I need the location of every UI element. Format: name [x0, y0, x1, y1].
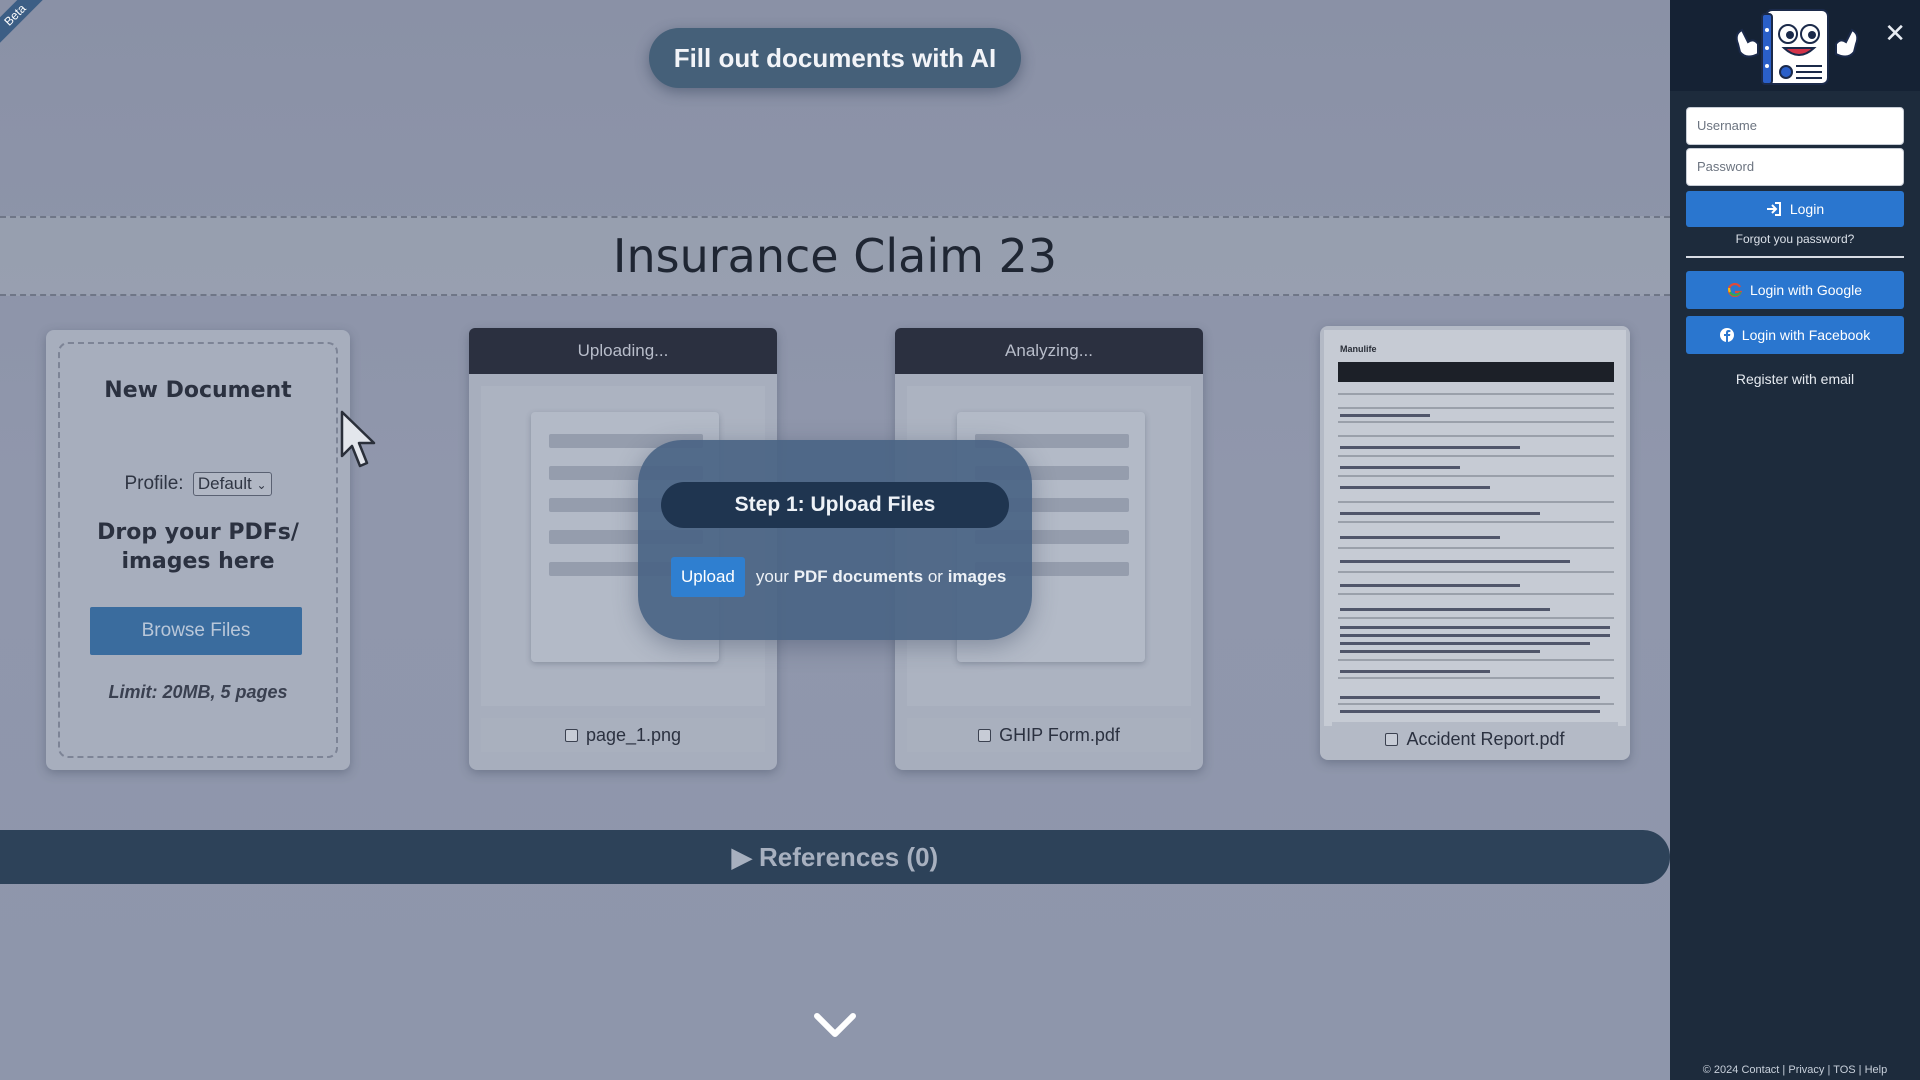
step-text: your PDF documents or images	[756, 567, 1006, 587]
profile-select[interactable]: Default ⌄	[192, 472, 272, 496]
document-checkbox[interactable]	[1385, 732, 1399, 746]
hero-title: Fill out documents with AI	[649, 28, 1021, 88]
main-area: Beta Fill out documents with AI Insuranc…	[0, 0, 1670, 1080]
sign-in-icon	[1766, 202, 1781, 216]
login-facebook-button[interactable]: Login with Facebook	[1686, 316, 1904, 354]
footer-link-privacy[interactable]: Privacy	[1788, 1064, 1824, 1076]
upload-limit: Limit: 20MB, 5 pages	[108, 682, 288, 702]
profile-row: Profile: Default ⌄	[46, 472, 350, 496]
footer-link-tos[interactable]: TOS	[1833, 1064, 1855, 1076]
claim-title[interactable]: Insurance Claim 23	[0, 218, 1670, 294]
document-checkbox[interactable]	[978, 728, 992, 742]
step-text-or: or	[927, 567, 943, 586]
profile-select-value: Default	[197, 474, 252, 493]
divider	[1686, 256, 1904, 258]
document-status: Uploading...	[469, 328, 777, 374]
login-sidebar: ✕ Username Password Login Forgot you pas…	[1670, 0, 1920, 1080]
beta-ribbon: Beta	[0, 0, 54, 54]
document-thumbnail: Manulife	[1324, 330, 1626, 726]
sidebar-header: ✕	[1670, 0, 1920, 91]
sidebar-footer: © 2024 Contact | Privacy | TOS | Help	[1702, 1064, 1888, 1076]
facebook-icon	[1719, 328, 1734, 342]
document-filename: page_1.png	[585, 724, 682, 745]
footer-link-contact[interactable]: Contact	[1741, 1064, 1779, 1076]
copyright: © 2024	[1702, 1064, 1739, 1076]
browse-files-button[interactable]: Browse Files	[90, 607, 302, 655]
forgot-password-link[interactable]: Forgot you password?	[1670, 232, 1920, 246]
new-document-title: New Document	[104, 378, 292, 403]
document-footer: page_1.png	[481, 718, 765, 752]
document-footer: Accident Report.pdf	[1332, 722, 1618, 756]
document-status: Analyzing...	[895, 328, 1203, 374]
document-checkbox[interactable]	[564, 728, 578, 742]
login-facebook-label: Login with Facebook	[1741, 327, 1871, 343]
login-google-button[interactable]: Login with Google	[1686, 271, 1904, 309]
mouse-cursor-icon	[340, 410, 376, 468]
claim-title-bar[interactable]: Insurance Claim 23	[0, 216, 1670, 296]
login-button-label: Login	[1789, 201, 1825, 217]
step-title: Step 1: Upload Files	[661, 482, 1009, 528]
document-card[interactable]: Manulife Accident Report.pdf	[1320, 326, 1630, 760]
password-input[interactable]: Password	[1686, 148, 1904, 186]
profile-label: Profile:	[124, 473, 184, 494]
step-instructions: Upload your PDF documents or images	[671, 557, 1006, 597]
chevron-down-icon[interactable]	[813, 1010, 857, 1040]
new-document-card[interactable]: New Document Profile: Default ⌄ Drop you…	[46, 330, 350, 770]
upload-button[interactable]: Upload	[671, 557, 745, 597]
footer-link-help[interactable]: Help	[1865, 1064, 1888, 1076]
step-text-your: your	[755, 567, 789, 586]
username-input[interactable]: Username	[1686, 107, 1904, 145]
mascot-logo-icon	[1735, 9, 1859, 85]
register-email-link[interactable]: Register with email	[1670, 371, 1920, 387]
document-filename: Accident Report.pdf	[1406, 728, 1565, 749]
google-icon	[1727, 283, 1742, 297]
close-icon[interactable]: ✕	[1884, 20, 1906, 46]
login-button[interactable]: Login	[1686, 191, 1904, 227]
drop-text-line1: Drop your PDFs/	[97, 520, 299, 545]
login-google-label: Login with Google	[1749, 282, 1863, 298]
step-text-pdf: PDF documents	[793, 567, 924, 586]
thumbnail-brand: Manulife	[1340, 344, 1377, 354]
references-toggle[interactable]: ▶ References (0)	[0, 830, 1670, 884]
document-footer: GHIP Form.pdf	[907, 718, 1191, 752]
chevron-down-icon: ⌄	[256, 478, 267, 492]
drop-text-line2: images here	[121, 549, 275, 574]
step-text-images: images	[947, 567, 1007, 586]
step-dialog: Step 1: Upload Files Upload your PDF doc…	[638, 440, 1032, 640]
document-filename: GHIP Form.pdf	[999, 724, 1120, 745]
drop-text: Drop your PDFs/ images here	[46, 518, 350, 576]
